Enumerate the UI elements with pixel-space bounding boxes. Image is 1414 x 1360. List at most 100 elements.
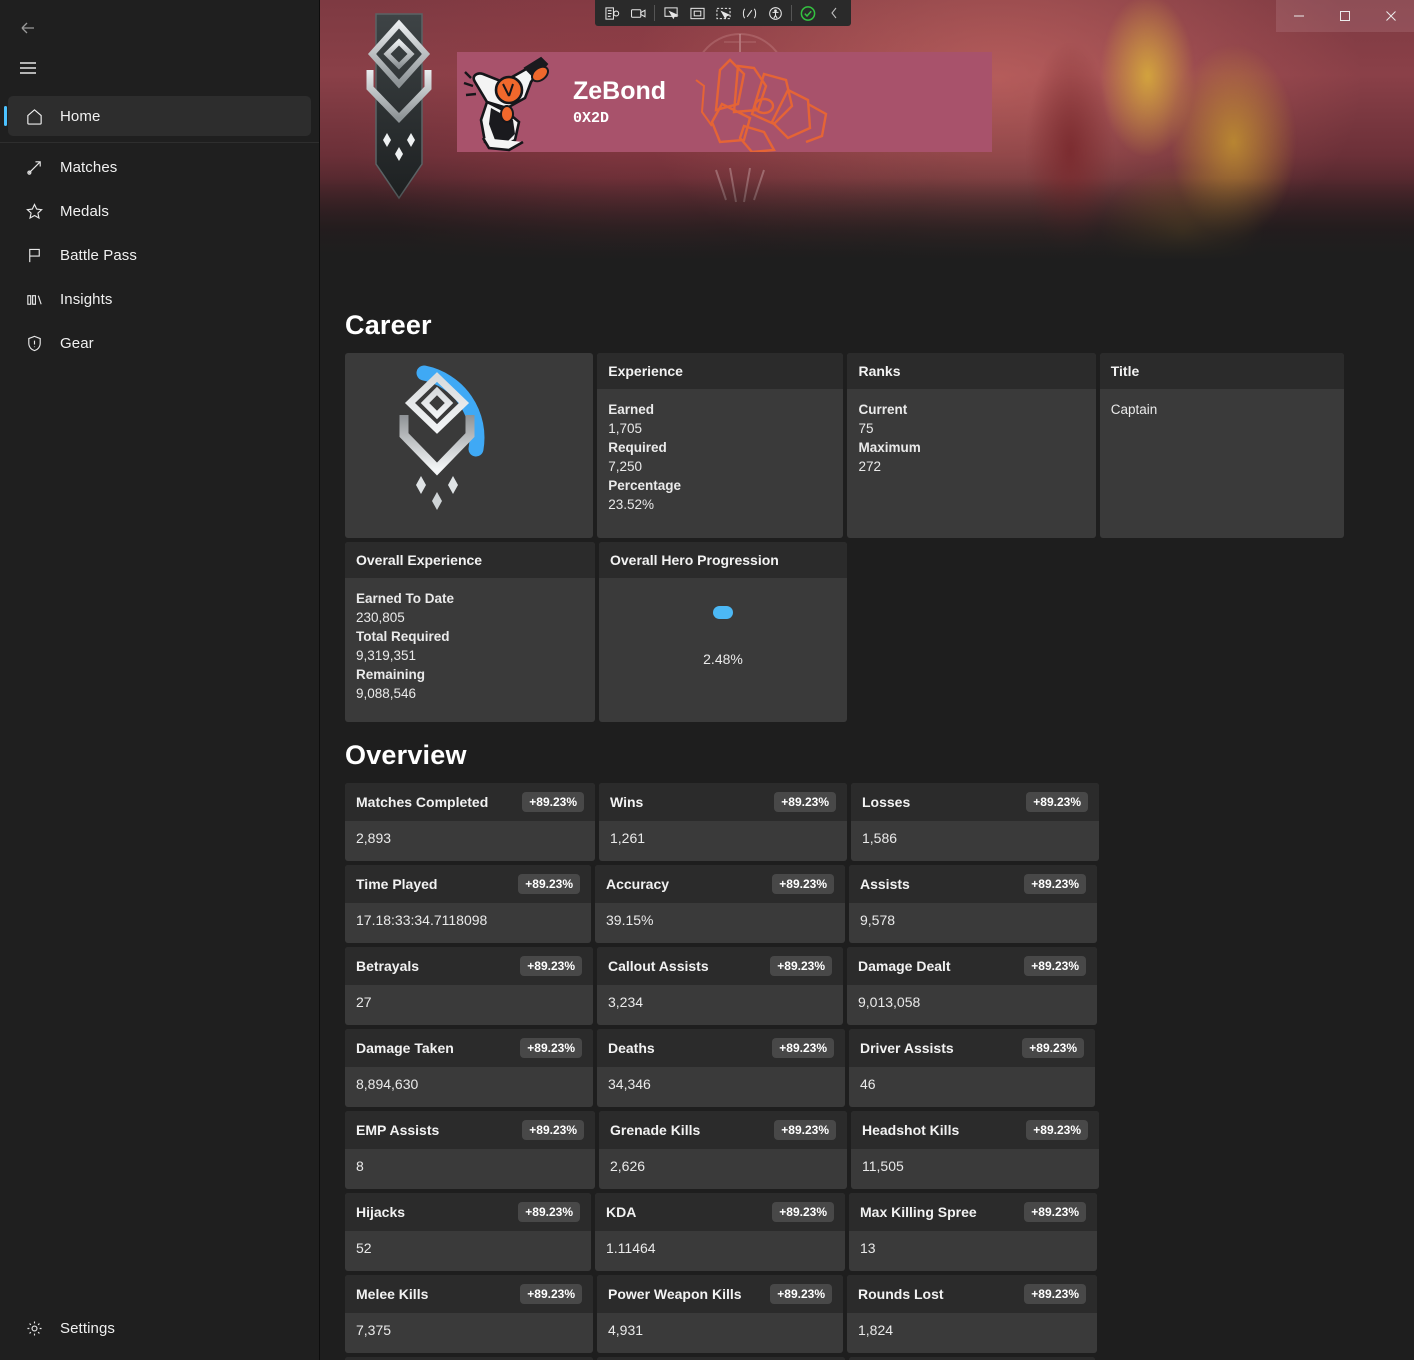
sidebar-item-label: Home — [60, 107, 101, 125]
stat-value: 9,013,058 — [858, 994, 921, 1010]
cursor-select-icon[interactable] — [658, 2, 684, 24]
stat-card: KDA +89.23% 1.11464 — [595, 1193, 845, 1271]
stat-value: 1,261 — [610, 830, 646, 846]
sidebar-item-medals[interactable]: Medals — [8, 191, 311, 231]
card-header: Grenade Kills +89.23% — [599, 1111, 847, 1149]
close-button[interactable] — [1368, 0, 1414, 32]
sidebar-item-matches[interactable]: Matches — [8, 147, 311, 187]
stat-card: Matches Completed +89.23% 2,893 — [345, 783, 595, 861]
card-header: EMP Assists +89.23% — [345, 1111, 595, 1149]
stat-value: 46 — [860, 1076, 876, 1092]
card-body: 1,824 — [847, 1313, 1097, 1353]
card-body: 2,626 — [599, 1149, 847, 1189]
card-body: 52 — [345, 1231, 591, 1271]
overview-section-title: Overview — [345, 740, 467, 770]
stat-card: Accuracy +89.23% 39.15% — [595, 865, 845, 943]
sidebar-item-battle-pass[interactable]: Battle Pass — [8, 235, 311, 275]
stat-label: Grenade Kills — [610, 1122, 701, 1138]
accessibility-icon[interactable] — [762, 2, 788, 24]
card-header: Callout Assists +89.23% — [597, 947, 843, 985]
stat-value: 2,626 — [610, 1158, 646, 1174]
stat-card: Headshot Kills +89.23% 11,505 — [851, 1111, 1099, 1189]
stat-value: 1,586 — [862, 830, 898, 846]
screen-capture-settings-icon[interactable] — [599, 2, 625, 24]
sidebar-item-insights[interactable]: Insights — [8, 279, 311, 319]
player-nameplate[interactable]: ZeBond 0X2D — [457, 52, 992, 152]
card-body: 9,013,058 — [847, 985, 1097, 1025]
sidebar-divider — [0, 142, 319, 143]
stat-card: Melee Kills +89.23% 7,375 — [345, 1275, 593, 1353]
gamertag: ZeBond — [573, 77, 667, 106]
collapse-chevron-icon[interactable] — [821, 2, 847, 24]
maximize-button[interactable] — [1322, 0, 1368, 32]
ranks-card: Ranks Current 75 Maximum 272 — [847, 353, 1096, 538]
card-body: 34,346 — [597, 1067, 845, 1107]
app-window: Home Matches Medals Battle Pass Insights… — [0, 0, 1414, 1360]
stat-card: Time Played +89.23% 17.18:33:34.7118098 — [345, 865, 591, 943]
stat-card: Rounds Lost +89.23% 1,824 — [847, 1275, 1097, 1353]
record-video-icon[interactable] — [625, 2, 651, 24]
stat-delta-badge: +89.23% — [1024, 956, 1086, 976]
status-ok-icon[interactable] — [795, 2, 821, 24]
card-body: 9,578 — [849, 903, 1097, 943]
field-value: 75 — [858, 421, 874, 436]
window-select-icon[interactable] — [710, 2, 736, 24]
stat-delta-badge: +89.23% — [1022, 1038, 1084, 1058]
flag-icon — [20, 246, 48, 265]
highlight-icon[interactable] — [736, 2, 762, 24]
stat-label: Callout Assists — [608, 958, 709, 974]
stat-label: Driver Assists — [860, 1040, 954, 1056]
sidebar-top — [0, 0, 319, 88]
nameplate-artwork — [695, 58, 828, 152]
field-value: 9,319,351 — [356, 648, 417, 663]
card-header: Overall Hero Progression — [599, 542, 847, 578]
stat-delta-badge: +89.23% — [772, 1202, 834, 1222]
region-select-icon[interactable] — [684, 2, 710, 24]
stat-value: 52 — [356, 1240, 372, 1256]
stat-label: KDA — [606, 1204, 637, 1220]
shield-icon — [20, 334, 48, 353]
career-row-primary: Experience Earned 1,705 Required 7,250 P… — [345, 353, 1344, 538]
stat-value: 2,893 — [356, 830, 392, 846]
stat-delta-badge: +89.23% — [520, 1284, 582, 1304]
card-title: Title — [1110, 363, 1140, 379]
card-header: Headshot Kills +89.23% — [851, 1111, 1099, 1149]
experience-percentage: Percentage 23.52% — [608, 476, 832, 514]
stat-label: EMP Assists — [356, 1122, 440, 1138]
menu-button[interactable] — [6, 48, 50, 88]
hero-progress-percent: 2.48% — [703, 651, 743, 667]
sidebar-item-gear[interactable]: Gear — [8, 323, 311, 363]
stat-label: Deaths — [608, 1040, 655, 1056]
minimize-button[interactable] — [1276, 0, 1322, 32]
back-button[interactable] — [6, 8, 50, 48]
stat-value: 8,894,630 — [356, 1076, 419, 1092]
sidebar-item-settings[interactable]: Settings — [8, 1308, 311, 1348]
stat-label: Hijacks — [356, 1204, 406, 1220]
card-body: 11,505 — [851, 1149, 1099, 1189]
stat-delta-badge: +89.23% — [774, 1120, 836, 1140]
overall-earned-to-date: Earned To Date 230,805 — [356, 589, 584, 627]
overall-remaining: Remaining 9,088,546 — [356, 665, 584, 703]
career-row-secondary: Overall Experience Earned To Date 230,80… — [345, 542, 1344, 722]
career-section-title: Career — [345, 310, 432, 340]
stat-delta-badge: +89.23% — [770, 1284, 832, 1304]
card-body: 46 — [849, 1067, 1095, 1107]
card-body: 1,261 — [599, 821, 847, 861]
stat-label: Melee Kills — [356, 1286, 429, 1302]
title-value-wrap: Captain — [1111, 400, 1333, 419]
stat-delta-badge: +89.23% — [520, 956, 582, 976]
stat-delta-badge: +89.23% — [518, 1202, 580, 1222]
stat-value: 34,346 — [608, 1076, 651, 1092]
card-header: Accuracy +89.23% — [595, 865, 845, 903]
sidebar-item-label: Insights — [60, 290, 113, 308]
sidebar-item-label: Medals — [60, 202, 109, 220]
card-body: 8,894,630 — [345, 1067, 593, 1107]
stat-delta-badge: +89.23% — [1024, 1202, 1086, 1222]
field-value: 7,250 — [608, 459, 643, 474]
stat-card: Power Weapon Kills +89.23% 4,931 — [597, 1275, 843, 1353]
card-body: Captain — [1100, 389, 1344, 538]
sidebar-item-home[interactable]: Home — [4, 96, 311, 136]
field-label: Remaining — [356, 667, 426, 682]
card-header: Rounds Lost +89.23% — [847, 1275, 1097, 1313]
capture-toolbar[interactable] — [595, 0, 851, 26]
